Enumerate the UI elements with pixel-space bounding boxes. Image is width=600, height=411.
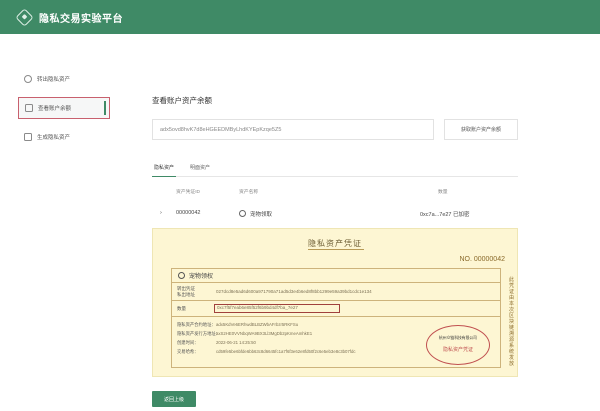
issuer-value: 027dcd8e5ad6d600a971790a71ad5d3e4b6ed8f8…	[216, 289, 372, 294]
meta-value: cd59fe5be6bfde6bb63c8d6645fc1a7f6f3e62e8…	[216, 349, 356, 354]
certificate-meta-section: 隐私资产合约地址： adx5KdVe6ERhwdBLBZWbAFrbzr5RKF…	[172, 317, 500, 367]
asset-tabs: 隐私资产 明面资产	[152, 163, 518, 177]
address-input[interactable]: adx5ovd8hvK7d8eHGEEDMByLhdKYEpKzqe5Z5	[152, 119, 434, 140]
seal-organization: 杭州众链科技有限公司	[439, 336, 477, 340]
return-button[interactable]: 返回上级	[152, 391, 196, 407]
sidebar-item-generate[interactable]: 生成隐私资产	[18, 126, 110, 148]
top-header: 隐私交易实验平台	[0, 0, 600, 34]
brand-logo-icon	[15, 7, 34, 27]
seal-text: 隐私资产凭证	[442, 347, 473, 353]
wallet-icon	[25, 104, 33, 112]
issuer-label: 转出凭证 私出地址	[177, 286, 195, 297]
app-title: 隐私交易实验平台	[39, 13, 123, 25]
sidebar: 转出隐私资产 查看账户余额 生成隐私资产	[18, 68, 110, 155]
table-row[interactable]: › 00000042 宠物领取 0xc7a...7e27 已加密	[152, 205, 518, 223]
page-title: 查看账户资产余额	[152, 96, 212, 105]
column-header-name: 资产名称	[239, 190, 259, 195]
address-value: adx5ovd8hvK7d8eHGEEDMByLhdKYEpKzqe5Z5	[160, 126, 282, 133]
certificate-vertical-note: 此凭证由本次区块链溯源系统发放	[508, 277, 514, 367]
meta-label: 交易哈希：	[177, 349, 199, 354]
certificate-title-underline	[308, 249, 364, 250]
column-header-id: 资产凭证ID	[176, 190, 200, 195]
quantity-value-box: 0xc7f5f7eab6e85f52f6b9bd4df7ba_7e27	[214, 304, 340, 313]
certificate-asset-name: 宠物领权	[189, 274, 214, 280]
tab-private-assets[interactable]: 隐私资产	[152, 163, 177, 177]
quantity-label: 数量	[177, 306, 186, 311]
asset-icon	[178, 272, 185, 279]
certificate-seal: 杭州众链科技有限公司 隐私资产凭证	[426, 325, 490, 365]
meta-row: 隐私资产合约地址： adx5KdVe6ERhwdBLBZWbAFrbzr5RKF…	[177, 322, 298, 328]
transfer-icon	[24, 75, 32, 83]
row-asset-id: 00000042	[176, 210, 201, 216]
meta-value: axS2HE0VVNbqWA9BX3Ll3MgDb2pKmeAmhkE1	[216, 331, 313, 336]
asset-icon	[239, 210, 246, 217]
sidebar-item-balance[interactable]: 查看账户余额	[18, 97, 110, 119]
generate-icon	[24, 133, 32, 141]
sidebar-item-transfer[interactable]: 转出隐私资产	[18, 68, 110, 90]
sidebar-item-label: 生成隐私资产	[37, 135, 71, 141]
meta-label: 创建时间：	[177, 340, 199, 345]
tab-public-assets[interactable]: 明面资产	[188, 163, 212, 177]
meta-value: 2022-06-21 14:25:50	[216, 340, 256, 345]
sidebar-item-label: 查看账户余额	[38, 106, 72, 112]
query-balance-button[interactable]: 获取账户资产余额	[444, 119, 518, 140]
row-asset-amount: 0xc7a...7e27 已加密	[420, 212, 470, 218]
meta-label: 隐私资产合约地址：	[177, 322, 216, 327]
certificate-body: 宠物领权 转出凭证 私出地址 027dcd8e5ad6d600a971790a7…	[171, 268, 501, 368]
meta-value: adx5KdVe6ERhwdBLBZWbAFrbzr5RKFSu	[216, 322, 299, 327]
meta-row: 交易哈希： cd59fe5be6bfde6bb63c8d6645fc1a7f6f…	[177, 349, 356, 355]
certificate-quantity-section: 数量 0xc7f5f7eab6e85f52f6b9bd4df7ba_7e27	[172, 301, 500, 317]
certificate-issuer-section: 转出凭证 私出地址 027dcd8e5ad6d600a971790a71ad5d…	[172, 283, 500, 301]
certificate-asset-header: 宠物领权	[172, 269, 500, 283]
row-asset-name: 宠物领取	[250, 212, 273, 218]
column-header-amount: 数量	[438, 190, 448, 195]
meta-row: 创建时间： 2022-06-21 14:25:50	[177, 340, 256, 346]
meta-row: 隐私资产发行方地址： axS2HE0VVNbqWA9BX3Ll3MgDb2pKm…	[177, 331, 312, 337]
asset-certificate: 隐私资产凭证 NO. 00000042 此凭证由本次区块链溯源系统发放 宠物领权…	[152, 228, 518, 377]
certificate-title: 隐私资产凭证	[308, 239, 362, 248]
meta-label: 隐私资产发行方地址：	[177, 331, 220, 336]
table-header: 资产凭证ID 资产名称 数量	[152, 188, 518, 198]
sidebar-item-label: 转出隐私资产	[37, 77, 71, 83]
expand-chevron-icon[interactable]: ›	[160, 210, 162, 216]
certificate-number: NO. 00000042	[459, 256, 505, 263]
